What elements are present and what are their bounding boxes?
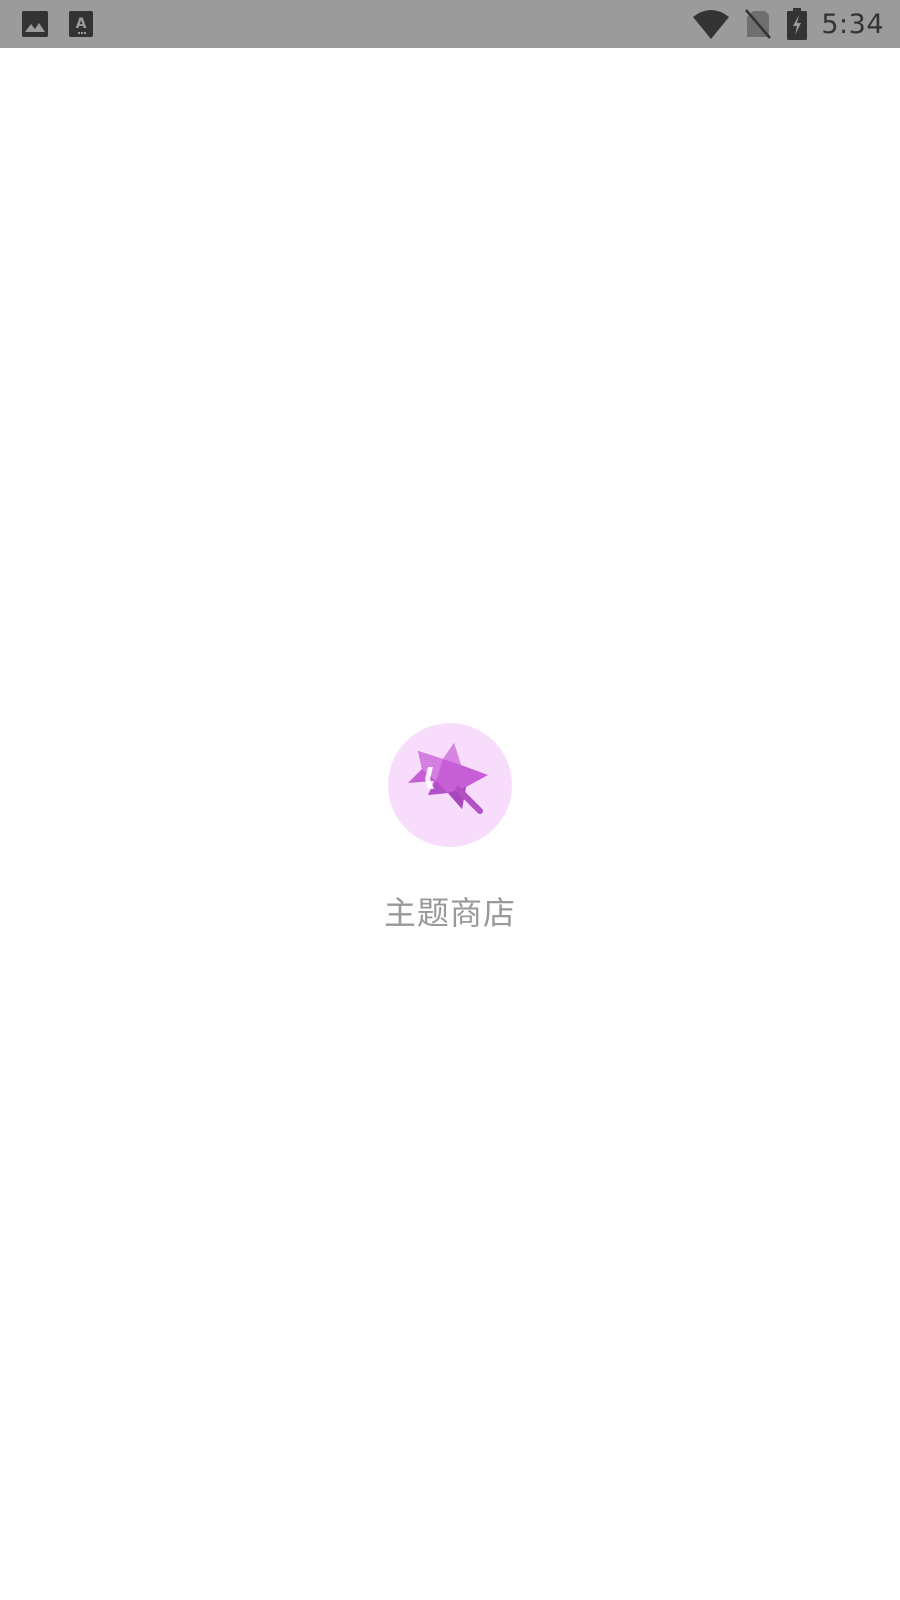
splash-screen: 主题商店 <box>0 0 900 1600</box>
star-pointer-icon <box>408 743 488 814</box>
app-name-label: 主题商店 <box>383 894 516 932</box>
app-logo <box>388 723 512 847</box>
